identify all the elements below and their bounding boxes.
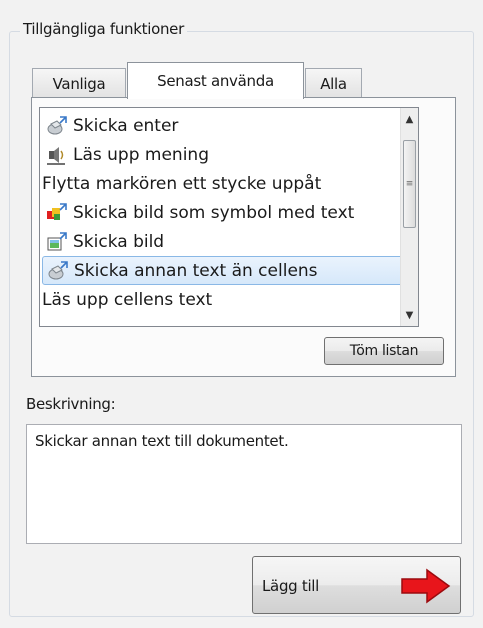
scroll-up-button[interactable]: ▲ — [401, 110, 418, 128]
arrow-right-icon — [400, 568, 452, 608]
list-item-skicka-annan-text[interactable]: Skicka annan text än cellens — [42, 256, 416, 285]
clear-list-button[interactable]: Töm listan — [324, 337, 444, 365]
list-item-label: Flytta markören ett stycke uppåt — [42, 173, 322, 194]
list-item-skicka-enter[interactable]: Skicka enter — [42, 111, 416, 140]
send-enter-icon — [45, 115, 67, 137]
group-title: Tillgängliga funktioner — [20, 20, 187, 38]
scroll-thumb[interactable]: ≡ — [403, 140, 416, 228]
symbol-image-icon — [45, 202, 67, 224]
send-image-icon — [45, 231, 67, 253]
list-item-skicka-bild[interactable]: Skicka bild — [42, 227, 416, 256]
recent-functions-list[interactable]: Skicka enter Läs upp mening Flytta markö… — [39, 107, 419, 327]
description-box: Skickar annan text till dokumentet. — [26, 424, 462, 544]
list-item-label: Läs upp cellens text — [42, 289, 213, 310]
list-item-label: Skicka bild — [73, 231, 165, 252]
tab-label: Vanliga — [52, 74, 106, 93]
list-scrollbar[interactable]: ▲ ≡ ▼ — [400, 108, 418, 326]
list-item-las-upp-mening[interactable]: Läs upp mening — [42, 140, 416, 169]
tab-panel: Skicka enter Läs upp mening Flytta markö… — [31, 97, 456, 377]
description-label: Beskrivning: — [26, 395, 116, 413]
clear-list-label: Töm listan — [349, 343, 419, 359]
list-item-label: Skicka enter — [73, 115, 179, 136]
tab-alla[interactable]: Alla — [305, 68, 362, 98]
add-button-label: Lägg till — [262, 577, 320, 595]
list-item-skicka-bild-som-symbol[interactable]: Skicka bild som symbol med text — [42, 198, 416, 227]
list-item-flytta-markoren[interactable]: Flytta markören ett stycke uppåt — [42, 169, 416, 198]
add-button[interactable]: Lägg till — [252, 556, 461, 614]
tab-senast-anvanda[interactable]: Senast använda — [127, 62, 304, 99]
scroll-down-button[interactable]: ▼ — [401, 306, 418, 324]
tab-vanliga[interactable]: Vanliga — [32, 68, 126, 98]
chevron-down-icon: ▼ — [405, 309, 414, 321]
send-text-icon — [46, 260, 68, 282]
description-text: Skickar annan text till dokumentet. — [35, 432, 289, 450]
list-item-label: Skicka bild som symbol med text — [73, 202, 355, 223]
tab-label: Senast använda — [157, 72, 274, 90]
list-item-label: Skicka annan text än cellens — [74, 260, 318, 281]
chevron-up-icon: ▲ — [405, 113, 414, 125]
speaker-icon — [45, 144, 67, 166]
tab-label: Alla — [320, 74, 347, 93]
grip-icon: ≡ — [405, 178, 414, 189]
list-item-label: Läs upp mening — [73, 144, 209, 165]
list-item-las-upp-cellens-text[interactable]: Läs upp cellens text — [42, 285, 416, 314]
